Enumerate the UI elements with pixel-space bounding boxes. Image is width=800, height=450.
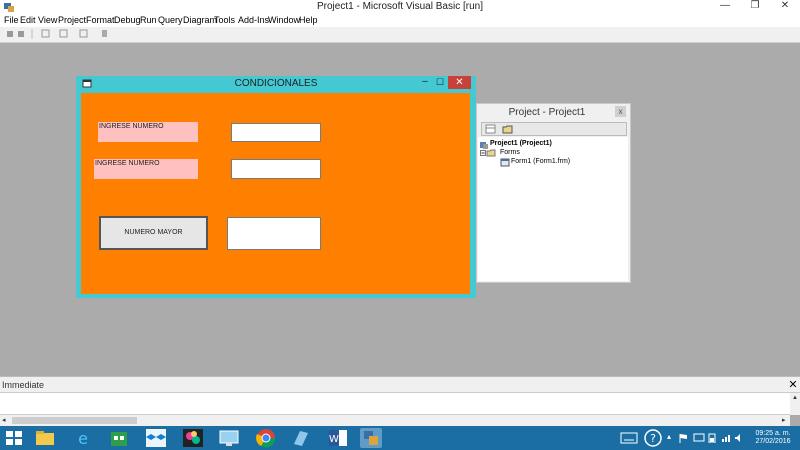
project-explorer-close-button[interactable]: x <box>615 106 626 117</box>
project-explorer-toolbar <box>481 122 627 136</box>
form-window: CONDICIONALES – ☐ ✕ INGRESE NUMERO INGRE… <box>76 76 476 298</box>
numero-mayor-button[interactable]: NUMERO MAYOR <box>99 216 208 250</box>
tree-item-forms[interactable]: Forms <box>500 149 520 156</box>
close-button[interactable]: ✕ <box>770 0 800 13</box>
view-object-icon[interactable] <box>485 124 496 134</box>
menu-tools[interactable]: Tools <box>214 15 235 25</box>
menu-query[interactable]: Query <box>158 15 183 25</box>
menu-file[interactable]: File <box>4 15 19 25</box>
form-maximize-button[interactable]: ☐ <box>432 76 448 90</box>
dropbox-icon[interactable] <box>145 428 167 448</box>
svg-text:e: e <box>78 429 88 448</box>
immediate-input-area[interactable]: ▲ <box>0 392 800 415</box>
store-icon[interactable] <box>108 428 130 448</box>
number-input-2[interactable] <box>231 159 321 179</box>
project-explorer-panel: Project - Project1 x Project1 (Project1)… <box>476 103 631 283</box>
tree-item-form1[interactable]: Form1 (Form1.frm) <box>511 158 570 165</box>
scroll-up-icon[interactable]: ▲ <box>790 393 800 403</box>
chrome-icon[interactable] <box>255 428 277 448</box>
toolbar-icons-group[interactable] <box>6 29 38 39</box>
internet-explorer-icon[interactable]: e <box>72 428 94 448</box>
file-explorer-icon[interactable] <box>34 428 56 448</box>
window-title: Project1 - Microsoft Visual Basic [run] <box>317 1 483 12</box>
flag-icon[interactable] <box>678 433 688 443</box>
forms-folder-icon <box>480 149 496 157</box>
menu-debug[interactable]: Debug <box>114 15 141 25</box>
help-icon[interactable]: ? <box>643 429 663 447</box>
project-explorer-title: Project - Project1 <box>508 107 586 118</box>
network-icon[interactable] <box>693 433 705 443</box>
number-input-1[interactable] <box>231 123 321 142</box>
restore-button[interactable]: ❐ <box>740 0 770 13</box>
svg-text:?: ? <box>650 432 656 445</box>
photo-app-icon[interactable] <box>182 428 204 448</box>
word-icon[interactable]: W <box>327 428 349 448</box>
alignment-tools-icon[interactable] <box>40 29 110 39</box>
scroll-left-icon[interactable]: ◂ <box>2 416 6 424</box>
form-title: CONDICIONALES <box>234 78 318 89</box>
svg-text:W: W <box>329 434 339 445</box>
menu-edit[interactable]: Edit <box>20 15 36 25</box>
clock[interactable]: 09:25 a. m. 27/02/2016 <box>748 430 798 446</box>
tree-item-project[interactable]: Project1 (Project1) <box>490 140 552 147</box>
toolbar <box>0 27 800 43</box>
form-file-icon <box>500 158 510 167</box>
label-ingrese-numero-1: INGRESE NUMERO <box>98 122 198 142</box>
menu-view[interactable]: View <box>38 15 57 25</box>
immediate-title: Immediate <box>2 380 45 390</box>
scroll-right-icon[interactable]: ▸ <box>782 416 786 424</box>
show-hidden-icons[interactable]: ▴ <box>667 432 671 441</box>
battery-icon[interactable] <box>708 433 716 443</box>
menu-diagram[interactable]: Diagram <box>183 15 217 25</box>
immediate-vscroll[interactable]: ▲ <box>790 393 800 415</box>
label-ingrese-numero-2: INGRESE NUMERO <box>94 159 198 179</box>
clock-time: 09:25 a. m. <box>755 430 791 437</box>
form-close-button[interactable]: ✕ <box>448 76 471 89</box>
immediate-close-button[interactable]: ✕ <box>787 379 799 391</box>
minimize-button[interactable]: — <box>710 0 740 13</box>
app-title-bar: Project1 - Microsoft Visual Basic [run] … <box>0 0 800 14</box>
keyboard-icon[interactable] <box>620 432 638 444</box>
menu-run[interactable]: Run <box>140 15 157 25</box>
menu-help[interactable]: Help <box>299 15 318 25</box>
result-box <box>227 217 321 250</box>
menu-window[interactable]: Window <box>268 15 300 25</box>
immediate-window-header: Immediate ✕ <box>0 376 800 393</box>
project-tree: Project1 (Project1) Forms Form1 (Form1.f… <box>478 137 628 281</box>
document-app-icon[interactable] <box>290 428 312 448</box>
windows-start-icon[interactable] <box>5 430 23 446</box>
signal-icon[interactable] <box>721 433 731 443</box>
toggle-folders-icon[interactable] <box>502 124 513 134</box>
menu-bar: File Edit View Project Format Debug Run … <box>0 14 800 27</box>
hscroll-thumb[interactable] <box>12 417 137 424</box>
form-minimize-button[interactable]: – <box>417 76 433 90</box>
volume-icon[interactable] <box>734 433 744 443</box>
remote-desktop-icon[interactable] <box>218 428 240 448</box>
form-body: INGRESE NUMERO INGRESE NUMERO NUMERO MAY… <box>81 93 470 294</box>
visual-basic-taskbar-icon[interactable] <box>360 428 382 448</box>
menu-add-ins[interactable]: Add-Ins <box>238 15 269 25</box>
clock-date: 27/02/2016 <box>755 438 791 445</box>
taskbar: e W ? ▴ 09:25 a. m. 27/02/2016 <box>0 426 800 450</box>
menu-project[interactable]: Project <box>58 15 86 25</box>
menu-format[interactable]: Format <box>86 15 115 25</box>
